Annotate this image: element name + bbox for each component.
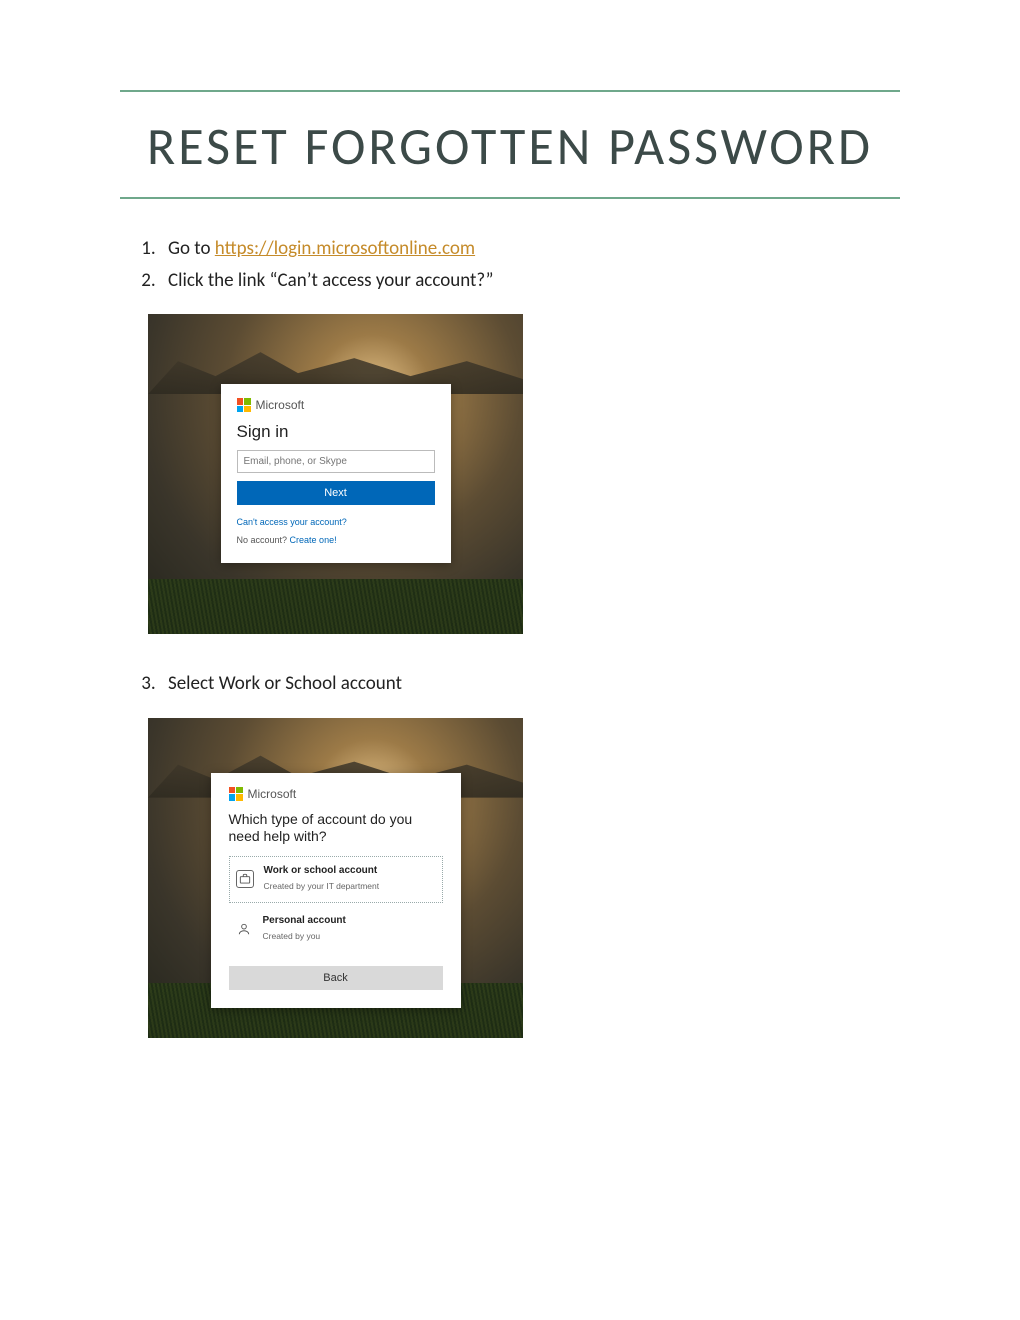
signin-heading: Sign in	[237, 422, 435, 442]
microsoft-logo-row: Microsoft	[237, 398, 435, 412]
signin-card: Microsoft Sign in Next Can't access your…	[221, 384, 451, 563]
cant-access-link[interactable]: Can't access your account?	[237, 517, 435, 527]
work-option-sub: Created by your IT department	[264, 881, 380, 891]
signin-screenshot: Microsoft Sign in Next Can't access your…	[148, 314, 523, 634]
no-account-row: No account? Create one!	[237, 535, 435, 545]
microsoft-brand-label-2: Microsoft	[248, 787, 297, 801]
work-option-title: Work or school account	[264, 865, 380, 876]
microsoft-logo-icon	[229, 787, 243, 801]
account-picker-card: Microsoft Which type of account do you n…	[211, 773, 461, 1008]
microsoft-brand-label: Microsoft	[256, 398, 305, 412]
account-type-heading: Which type of account do you need help w…	[229, 811, 443, 846]
personal-option[interactable]: Personal account Created by you	[229, 907, 443, 952]
login-url-link[interactable]: https://login.microsoftonline.com	[215, 237, 475, 260]
signin-email-input[interactable]	[237, 450, 435, 473]
steps-list-cont: Select Work or School account	[120, 670, 900, 698]
step-1: Go to https://login.microsoftonline.com	[160, 235, 900, 263]
microsoft-logo-row-2: Microsoft	[229, 787, 443, 801]
personal-option-sub: Created by you	[263, 931, 321, 941]
create-one-link[interactable]: Create one!	[290, 535, 337, 545]
no-account-prefix: No account?	[237, 535, 290, 545]
step-2: Click the link “Can’t access your accoun…	[160, 267, 900, 295]
account-picker-screenshot: Microsoft Which type of account do you n…	[148, 718, 523, 1038]
bottom-rule	[120, 197, 900, 199]
signin-next-button[interactable]: Next	[237, 481, 435, 505]
step-3: Select Work or School account	[160, 670, 900, 698]
step-1-prefix: Go to	[168, 237, 215, 260]
personal-option-title: Personal account	[263, 915, 346, 926]
work-school-option[interactable]: Work or school account Created by your I…	[229, 856, 443, 903]
page-title: RESET FORGOTTEN PASSWORD	[120, 92, 900, 197]
microsoft-logo-icon	[237, 398, 251, 412]
briefcase-icon	[236, 870, 254, 888]
back-button[interactable]: Back	[229, 966, 443, 990]
person-icon	[235, 920, 253, 938]
steps-list: Go to https://login.microsoftonline.com …	[120, 235, 900, 294]
